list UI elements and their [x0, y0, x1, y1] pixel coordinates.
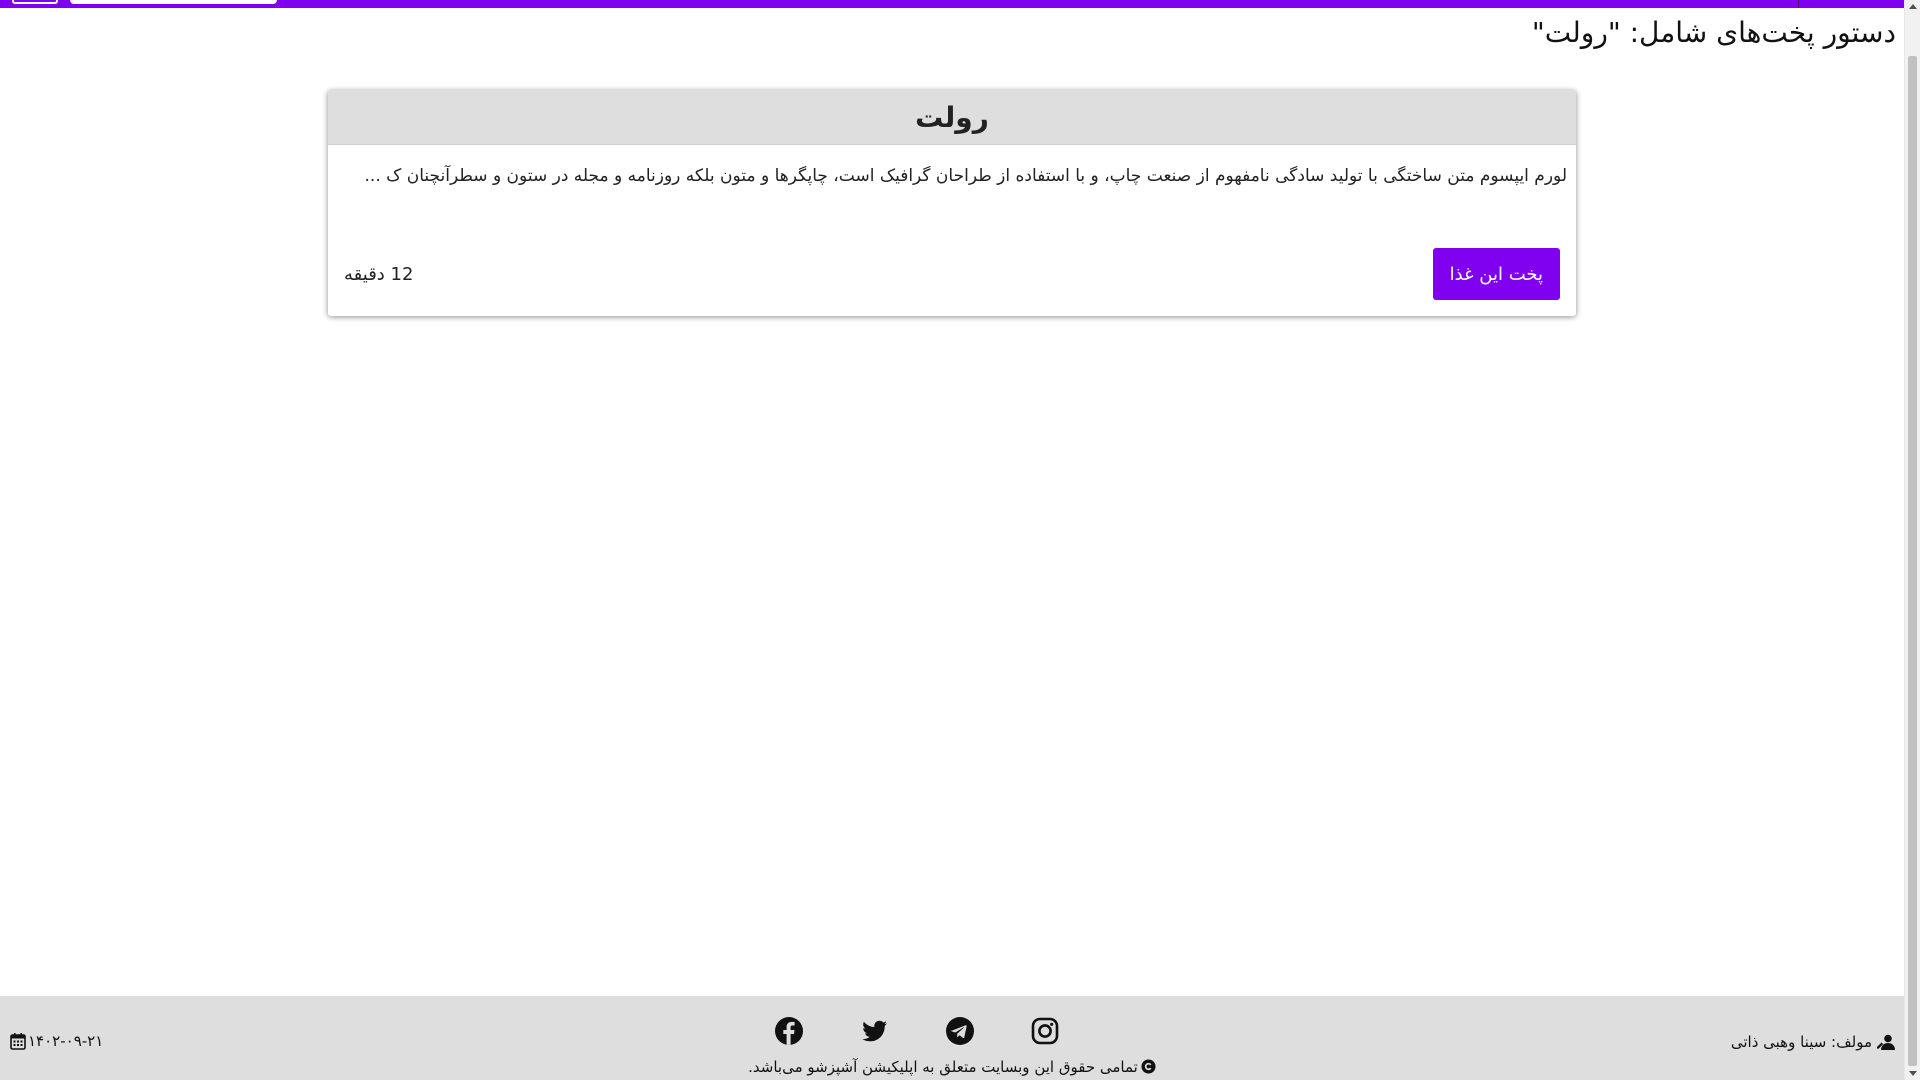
- copyright-notice: تمامی حقوق این وبسایت متعلق به اپلیکیشن …: [0, 1058, 1904, 1076]
- copyright-text: تمامی حقوق این وبسایت متعلق به اپلیکیشن …: [748, 1058, 1138, 1076]
- recipe-card: رولت لورم ایپسوم متن ساختگی با تولید ساد…: [328, 90, 1576, 316]
- top-navbar: [0, 0, 1904, 8]
- browser-viewport: دستور پخت‌های شامل: "رولت" رولت لورم ایپ…: [0, 0, 1920, 1080]
- telegram-icon[interactable]: [945, 1016, 975, 1046]
- recipe-card-footer: پخت این غذا 12 دقیقه: [344, 248, 1560, 300]
- scrollbar-thumb[interactable]: [1908, 56, 1917, 1066]
- navbar-divider: [1798, 0, 1799, 8]
- cook-time: 12 دقیقه: [344, 263, 414, 285]
- vertical-scrollbar[interactable]: [1904, 0, 1920, 1080]
- main-content: دستور پخت‌های شامل: "رولت" رولت لورم ایپ…: [0, 8, 1904, 996]
- copyright-icon: [1141, 1059, 1156, 1074]
- twitter-icon[interactable]: [859, 1016, 889, 1046]
- scroll-down-icon[interactable]: [1909, 1071, 1917, 1076]
- instagram-icon[interactable]: [1030, 1016, 1060, 1046]
- recipe-excerpt: لورم ایپسوم متن ساختگی با تولید سادگی نا…: [364, 166, 1567, 186]
- author-info: مولف: سینا وهبی ذاتی: [1731, 1033, 1896, 1051]
- social-links: [774, 1016, 1060, 1046]
- recipe-title: رولت: [915, 100, 989, 134]
- date-text: ۱۴۰۲-۰۹-۲۱: [28, 1032, 104, 1050]
- recipe-card-header: رولت: [328, 90, 1576, 145]
- publish-date: ۱۴۰۲-۰۹-۲۱: [10, 1032, 103, 1050]
- page-title: دستور پخت‌های شامل: "رولت": [1531, 16, 1896, 49]
- user-edit-icon: [1877, 1034, 1895, 1050]
- facebook-icon[interactable]: [774, 1016, 804, 1046]
- navbar-toggle-button[interactable]: [12, 0, 58, 4]
- page-footer: تمامی حقوق این وبسایت متعلق به اپلیکیشن …: [0, 996, 1904, 1080]
- author-text: مولف: سینا وهبی ذاتی: [1730, 1033, 1872, 1051]
- calendar-icon: [10, 1033, 26, 1050]
- cook-this-dish-button[interactable]: پخت این غذا: [1432, 248, 1560, 300]
- navbar-search-input[interactable]: [70, 0, 277, 4]
- scroll-up-icon[interactable]: [1909, 4, 1917, 9]
